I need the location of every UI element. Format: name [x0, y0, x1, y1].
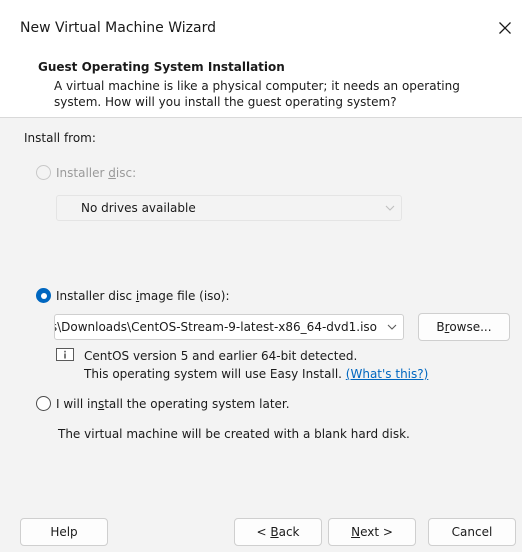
- page-description: A virtual machine is like a physical com…: [54, 79, 460, 109]
- next-label: Next >: [351, 525, 393, 539]
- install-later-description: The virtual machine will be created with…: [58, 427, 410, 441]
- iso-path-combo[interactable]: C:\Users\Downloads\CentOS-Stream-9-lates…: [54, 314, 404, 340]
- close-button[interactable]: [491, 14, 519, 42]
- iso-radio[interactable]: Installer disc image file (iso):: [36, 288, 230, 303]
- installer-disc-label: Installer disc:: [56, 165, 137, 180]
- wizard-body: Install from: Installer disc: No drives …: [0, 118, 522, 510]
- help-label: Help: [50, 525, 78, 539]
- wizard-footer: Help < Back Next > Cancel: [0, 510, 522, 552]
- cancel-button[interactable]: Cancel: [428, 518, 516, 546]
- drive-select-arrow[interactable]: [379, 196, 401, 220]
- install-later-label: I will install the operating system late…: [56, 396, 290, 411]
- title-bar: New Virtual Machine Wizard: [0, 0, 522, 46]
- info-icon: [56, 348, 74, 361]
- iso-label: Installer disc image file (iso):: [56, 288, 230, 303]
- close-icon: [499, 22, 511, 34]
- page-title: Guest Operating System Installation: [38, 60, 285, 74]
- drive-select-value: No drives available: [81, 201, 196, 215]
- back-label: < Back: [256, 525, 300, 539]
- iso-path-arrow[interactable]: [381, 315, 403, 339]
- next-button[interactable]: Next >: [328, 518, 416, 546]
- easy-install-text: This operating system will use Easy Inst…: [84, 367, 342, 381]
- drive-select[interactable]: No drives available: [56, 195, 402, 221]
- installer-disc-radio-circle[interactable]: [36, 165, 51, 180]
- installer-disc-radio[interactable]: Installer disc:: [36, 165, 136, 180]
- install-from-label: Install from:: [24, 131, 96, 145]
- whats-this-link[interactable]: (What's this?): [346, 367, 429, 381]
- install-later-radio[interactable]: I will install the operating system late…: [36, 396, 290, 411]
- detection-info: CentOS version 5 and earlier 64-bit dete…: [56, 347, 428, 383]
- browse-label: Browse...: [436, 320, 492, 334]
- browse-button[interactable]: Browse...: [418, 313, 510, 341]
- window-title: New Virtual Machine Wizard: [20, 20, 216, 36]
- help-button[interactable]: Help: [20, 518, 108, 546]
- chevron-down-icon: [385, 205, 395, 211]
- cancel-label: Cancel: [451, 525, 493, 539]
- back-button[interactable]: < Back: [234, 518, 322, 546]
- iso-radio-circle[interactable]: [36, 288, 51, 303]
- wizard-header: Guest Operating System Installation A vi…: [0, 46, 522, 118]
- iso-path-value[interactable]: C:\Users\Downloads\CentOS-Stream-9-lates…: [55, 320, 381, 334]
- install-later-radio-circle[interactable]: [36, 396, 51, 411]
- detection-text: CentOS version 5 and earlier 64-bit dete…: [84, 349, 358, 363]
- chevron-down-icon: [387, 324, 397, 330]
